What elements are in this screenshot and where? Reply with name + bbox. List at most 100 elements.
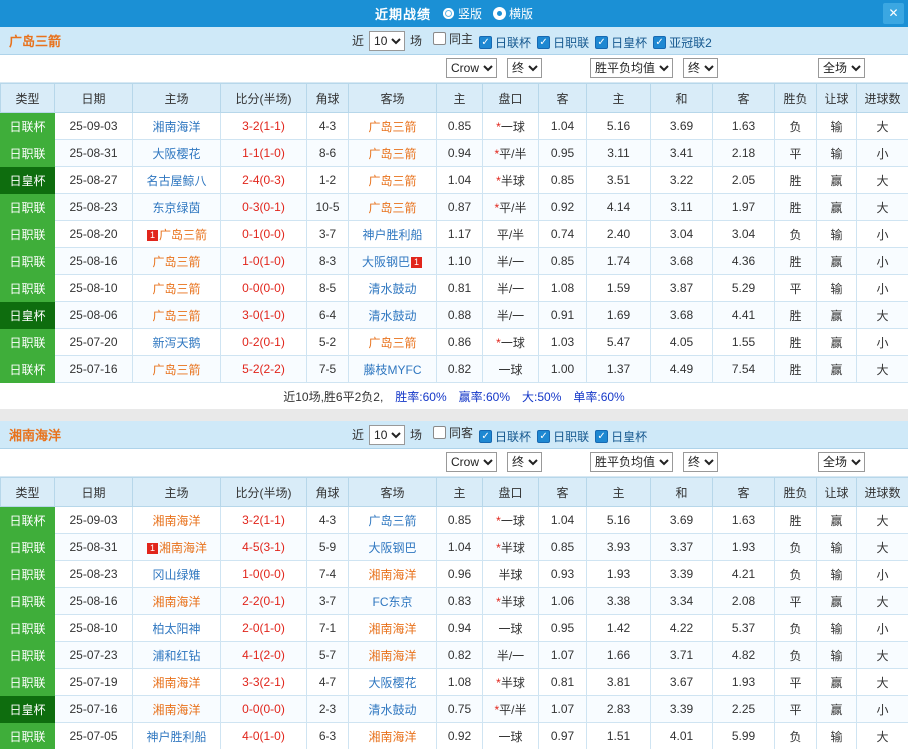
ah-away-odds: 0.85 xyxy=(538,533,587,561)
filter-checkbox-同客[interactable]: 同客 xyxy=(433,424,473,441)
away-team-name[interactable]: 湘南海洋 xyxy=(368,622,416,636)
layout-option-横版[interactable]: 横版 xyxy=(494,5,533,22)
handicap-cell: 平/半 xyxy=(482,220,539,248)
away-team-name[interactable]: FC东京 xyxy=(373,595,413,609)
odds-source-select[interactable]: Crow xyxy=(446,58,497,78)
match-row: 日职联 25-08-10 广岛三箭 0-0(0-0) 8-5 清水鼓动 0.81 半/一 1.0… xyxy=(0,274,908,302)
match-row: 日职联 25-08-23 冈山绿雉 1-0(0-0) 7-4 湘南海洋 0.96 半球 0.93… xyxy=(0,560,908,588)
league-cell: 日联杯 xyxy=(0,355,55,383)
handicap-cell: *一球 xyxy=(482,506,539,534)
home-team-name[interactable]: 新泻天鹅 xyxy=(152,336,200,350)
topbar: 近期战绩 竖版 横版 ✕ xyxy=(0,0,908,27)
corner-cell: 5-9 xyxy=(306,533,349,561)
away-team-name[interactable]: 广岛三箭 xyxy=(368,201,416,215)
home-team-name[interactable]: 广岛三箭 xyxy=(152,282,200,296)
home-team-name[interactable]: 湘南海洋 xyxy=(152,703,200,717)
euro-home-odds: 1.42 xyxy=(586,614,651,642)
home-team-name[interactable]: 湘南海洋 xyxy=(152,676,200,690)
layout-option-竖版[interactable]: 竖版 xyxy=(442,5,482,22)
filter-checkbox-日职联[interactable]: ✓ 日职联 xyxy=(537,428,589,445)
away-team-name[interactable]: 清水鼓动 xyxy=(368,282,416,296)
table-body: 日联杯 25-09-03 湘南海洋 3-2(1-1) 4-3 广岛三箭 0.85 *一球 1.0… xyxy=(0,506,908,749)
away-team-name[interactable]: 广岛三箭 xyxy=(368,120,416,134)
league-cell: 日职联 xyxy=(0,328,55,356)
ah-away-odds: 0.95 xyxy=(538,614,587,642)
away-team-name[interactable]: 清水鼓动 xyxy=(368,703,416,717)
europe-final-select[interactable]: 终 xyxy=(683,452,718,472)
filter-checkbox-日联杯[interactable]: ✓ 日联杯 xyxy=(479,428,531,445)
handicap-cell: 半/一 xyxy=(482,301,539,329)
score-cell: 4-0(1-0) xyxy=(220,722,307,749)
europe-final-select[interactable]: 终 xyxy=(683,58,718,78)
goals-cell: 小 xyxy=(856,328,908,356)
home-team-name[interactable]: 湘南海洋 xyxy=(152,120,200,134)
ah-home-odds: 0.81 xyxy=(436,274,483,302)
handicap-result-cell: 输 xyxy=(816,614,857,642)
away-team-name[interactable]: 清水鼓动 xyxy=(368,309,416,323)
home-team-name[interactable]: 广岛三箭 xyxy=(152,309,200,323)
odds-final-select[interactable]: 终 xyxy=(507,452,542,472)
away-team-name[interactable]: 大阪钢巴 xyxy=(368,541,416,555)
home-team-name[interactable]: 浦和红钻 xyxy=(152,649,200,663)
home-team-name[interactable]: 东京绿茵 xyxy=(152,201,200,215)
home-team-name[interactable]: 大阪樱花 xyxy=(152,147,200,161)
scope-select[interactable]: 全场 xyxy=(818,58,865,78)
handicap-result-cell: 赢 xyxy=(816,587,857,615)
goals-cell: 大 xyxy=(856,533,908,561)
league-cell: 日联杯 xyxy=(0,112,55,140)
euro-draw-odds: 3.37 xyxy=(650,533,713,561)
filter-checkbox-日职联[interactable]: ✓ 日职联 xyxy=(537,34,589,51)
europe-odds-select[interactable]: 胜平负均值 xyxy=(590,452,673,472)
away-team-name[interactable]: 湘南海洋 xyxy=(368,568,416,582)
column-header: 主 xyxy=(436,477,483,507)
away-team-name[interactable]: 广岛三箭 xyxy=(368,336,416,350)
match-row: 日职联 25-08-31 1 湘南海洋 4-5(3-1) 5-9 大阪钢巴 1.04 *半球 0.… xyxy=(0,533,908,561)
filter-checkbox-日联杯[interactable]: ✓ 日联杯 xyxy=(479,34,531,51)
layout-radio-group: 竖版 横版 xyxy=(431,5,533,22)
home-team-name[interactable]: 冈山绿雉 xyxy=(152,568,200,582)
match-count-select[interactable]: 10 xyxy=(369,424,406,445)
column-header: 主 xyxy=(586,83,651,113)
away-team-name[interactable]: 大阪樱花 xyxy=(368,676,416,690)
result-cell: 胜 xyxy=(774,247,817,275)
ah-away-odds: 1.00 xyxy=(538,355,587,383)
column-header: 主场 xyxy=(132,83,221,113)
filter-checkbox-亚冠联2[interactable]: ✓ 亚冠联2 xyxy=(653,34,712,51)
handicap-cell: 一球 xyxy=(482,722,539,749)
away-team-name[interactable]: 神户胜利船 xyxy=(362,228,422,242)
filter-checkbox-日皇杯[interactable]: ✓ 日皇杯 xyxy=(595,34,647,51)
away-team-name[interactable]: 广岛三箭 xyxy=(368,174,416,188)
away-team-name[interactable]: 广岛三箭 xyxy=(368,147,416,161)
home-team-name[interactable]: 广岛三箭 xyxy=(159,228,207,242)
filter-checkbox-同主[interactable]: 同主 xyxy=(433,30,473,47)
away-team-name[interactable]: 大阪钢巴 xyxy=(362,255,410,269)
league-cell: 日职联 xyxy=(0,220,55,248)
home-team-name[interactable]: 湘南海洋 xyxy=(159,541,207,555)
europe-odds-select[interactable]: 胜平负均值 xyxy=(590,58,673,78)
league-cell: 日皇杯 xyxy=(0,166,55,194)
league-cell: 日皇杯 xyxy=(0,301,55,329)
away-team-name[interactable]: 藤枝MYFC xyxy=(364,363,422,377)
home-team-cell: 1 湘南海洋 xyxy=(132,533,221,561)
match-count-select[interactable]: 10 xyxy=(369,30,406,51)
score-cell: 1-0(1-0) xyxy=(220,247,307,275)
odds-final-select[interactable]: 终 xyxy=(507,58,542,78)
close-button[interactable]: ✕ xyxy=(883,3,904,24)
away-team-name[interactable]: 湘南海洋 xyxy=(368,730,416,744)
odds-source-select[interactable]: Crow xyxy=(446,452,497,472)
goals-cell: 小 xyxy=(856,274,908,302)
home-team-name[interactable]: 名古屋鲸八 xyxy=(146,174,206,188)
checkbox-label: 日职联 xyxy=(553,430,590,444)
home-team-name[interactable]: 广岛三箭 xyxy=(152,255,200,269)
handicap-cell: 半/一 xyxy=(482,641,539,669)
scope-select[interactable]: 全场 xyxy=(818,452,865,472)
home-team-name[interactable]: 湘南海洋 xyxy=(152,514,200,528)
away-team-name[interactable]: 广岛三箭 xyxy=(368,514,416,528)
home-team-name[interactable]: 柏太阳神 xyxy=(152,622,200,636)
filter-checkbox-日皇杯[interactable]: ✓ 日皇杯 xyxy=(595,428,647,445)
home-team-name[interactable]: 广岛三箭 xyxy=(152,363,200,377)
home-team-name[interactable]: 神户胜利船 xyxy=(146,730,206,744)
column-header: 客 xyxy=(538,477,587,507)
home-team-name[interactable]: 湘南海洋 xyxy=(152,595,200,609)
away-team-name[interactable]: 湘南海洋 xyxy=(368,649,416,663)
